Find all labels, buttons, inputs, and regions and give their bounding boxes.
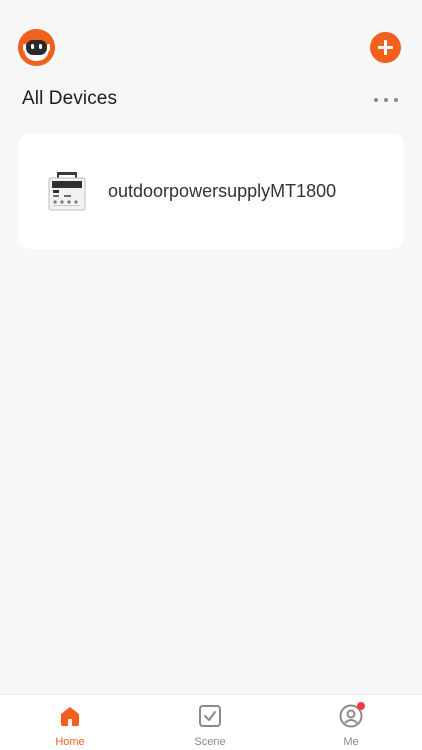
tab-home[interactable]: Home [30,695,110,750]
tab-label: Scene [194,736,226,748]
device-name: outdoorpowersupplyMT1800 [108,181,337,201]
device-card[interactable]: outdoorpowersupplyMT1800 [18,133,404,249]
more-horizontal-icon[interactable] [374,97,398,103]
power-station-icon [48,171,86,211]
section-title: All Devices [22,88,118,109]
tab-scene[interactable]: Scene [170,695,250,750]
tab-me[interactable]: Me [311,695,391,750]
more-dot [384,98,388,102]
notification-badge [357,702,365,710]
more-dot [374,98,378,102]
screen: All Devices outdoorpowersupplyMT1800 Hom… [0,0,422,750]
add-device-button[interactable] [370,32,401,63]
tab-label: Home [55,736,85,748]
home-icon [58,704,82,728]
robot-avatar-icon[interactable] [18,29,55,66]
tab-label: Me [343,736,359,748]
more-dot [394,98,398,102]
tab-bar: Home Scene Me [0,694,422,750]
scene-checkbox-icon [198,704,222,728]
